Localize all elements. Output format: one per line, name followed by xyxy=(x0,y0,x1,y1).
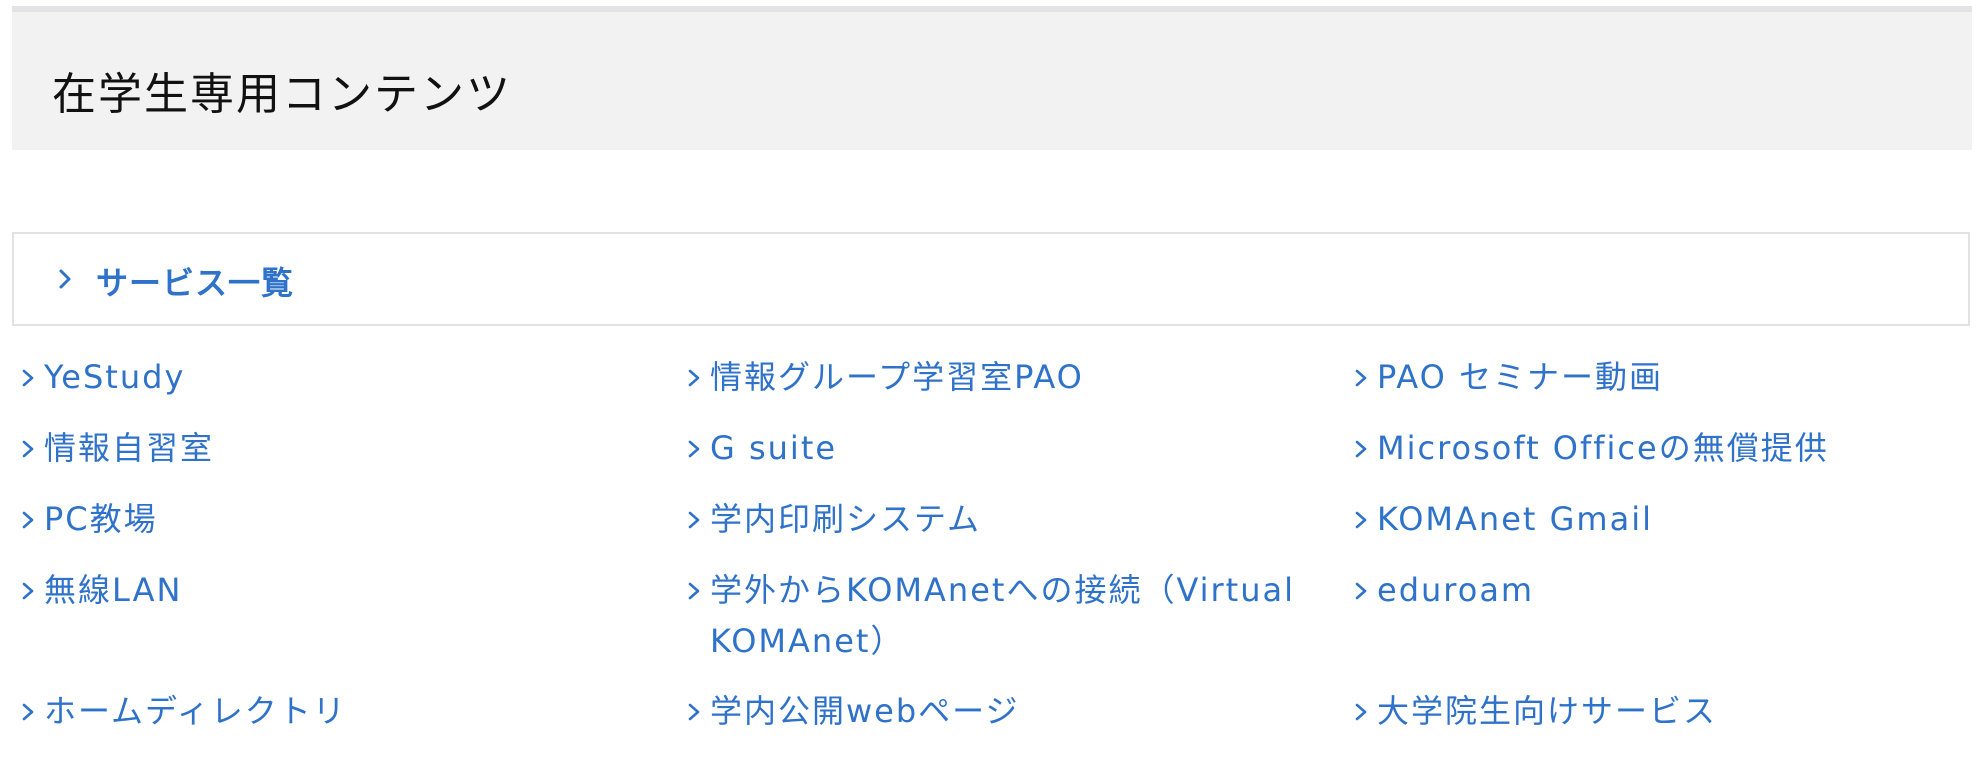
link-yestudy[interactable]: YeStudy xyxy=(20,352,660,403)
chevron-right-icon xyxy=(686,565,708,616)
link-virtual-komanet[interactable]: 学外からKOMAnetへの接続（Virtual KOMAnet） xyxy=(686,565,1326,667)
link-campus-web-pages[interactable]: 学内公開webページ xyxy=(686,686,1326,737)
chevron-right-icon xyxy=(686,686,708,737)
link-graduate-services[interactable]: 大学院生向けサービス xyxy=(1353,686,1963,737)
link-eduroam[interactable]: eduroam xyxy=(1353,565,1963,616)
link-label: G suite xyxy=(710,429,838,467)
link-label: KOMAnet Gmail xyxy=(1377,500,1653,538)
chevron-right-icon xyxy=(1353,565,1375,616)
chevron-right-icon xyxy=(20,494,42,545)
chevron-right-icon xyxy=(686,352,708,403)
link-label: PAO セミナー動画 xyxy=(1377,358,1663,396)
link-pao-seminar-video[interactable]: PAO セミナー動画 xyxy=(1353,352,1963,403)
link-label: eduroam xyxy=(1377,571,1535,609)
page-title: 在学生専用コンテンツ xyxy=(52,69,512,120)
link-label: Microsoft Officeの無償提供 xyxy=(1377,429,1829,467)
chevron-right-icon xyxy=(20,686,42,737)
link-label: 情報グループ学習室PAO xyxy=(710,358,1084,396)
link-g-suite[interactable]: G suite xyxy=(686,423,1326,474)
chevron-right-icon xyxy=(686,494,708,545)
link-label: YeStudy xyxy=(44,358,186,396)
link-pc-classroom[interactable]: PC教場 xyxy=(20,494,660,545)
link-label: PC教場 xyxy=(44,500,158,538)
chevron-right-icon xyxy=(686,423,708,474)
link-label: 無線LAN xyxy=(44,571,183,609)
chevron-right-icon xyxy=(59,269,71,289)
link-label: 学外からKOMAnetへの接続（Virtual KOMAnet） xyxy=(710,571,1296,660)
chevron-right-icon xyxy=(1353,494,1375,545)
page: 在学生専用コンテンツ サービス一覧 YeStudy 情報グループ学習室PAO P… xyxy=(0,0,1980,782)
chevron-right-icon xyxy=(20,352,42,403)
services-link-grid: YeStudy 情報グループ学習室PAO PAO セミナー動画 情報自習室 G … xyxy=(20,352,1970,772)
chevron-right-icon xyxy=(1353,352,1375,403)
link-wireless-lan[interactable]: 無線LAN xyxy=(20,565,660,616)
link-microsoft-office[interactable]: Microsoft Officeの無償提供 xyxy=(1353,423,1963,474)
link-komanet-gmail[interactable]: KOMAnet Gmail xyxy=(1353,494,1963,545)
link-self-study-room[interactable]: 情報自習室 xyxy=(20,423,660,474)
services-section-toggle[interactable]: サービス一覧 xyxy=(12,232,1970,326)
link-label: 学内公開webページ xyxy=(710,692,1020,730)
page-header: 在学生専用コンテンツ xyxy=(12,6,1972,150)
chevron-right-icon xyxy=(1353,423,1375,474)
chevron-right-icon xyxy=(1353,686,1375,737)
link-label: ホームディレクトリ xyxy=(44,692,347,730)
link-label: 情報自習室 xyxy=(44,429,215,467)
chevron-right-icon xyxy=(20,565,42,616)
link-label: 学内印刷システム xyxy=(710,500,982,538)
link-pao-study-room[interactable]: 情報グループ学習室PAO xyxy=(686,352,1326,403)
services-section-title: サービス一覧 xyxy=(96,264,295,302)
link-home-directory[interactable]: ホームディレクトリ xyxy=(20,686,660,737)
link-campus-printing[interactable]: 学内印刷システム xyxy=(686,494,1326,545)
link-label: 大学院生向けサービス xyxy=(1377,692,1718,730)
chevron-right-icon xyxy=(20,423,42,474)
